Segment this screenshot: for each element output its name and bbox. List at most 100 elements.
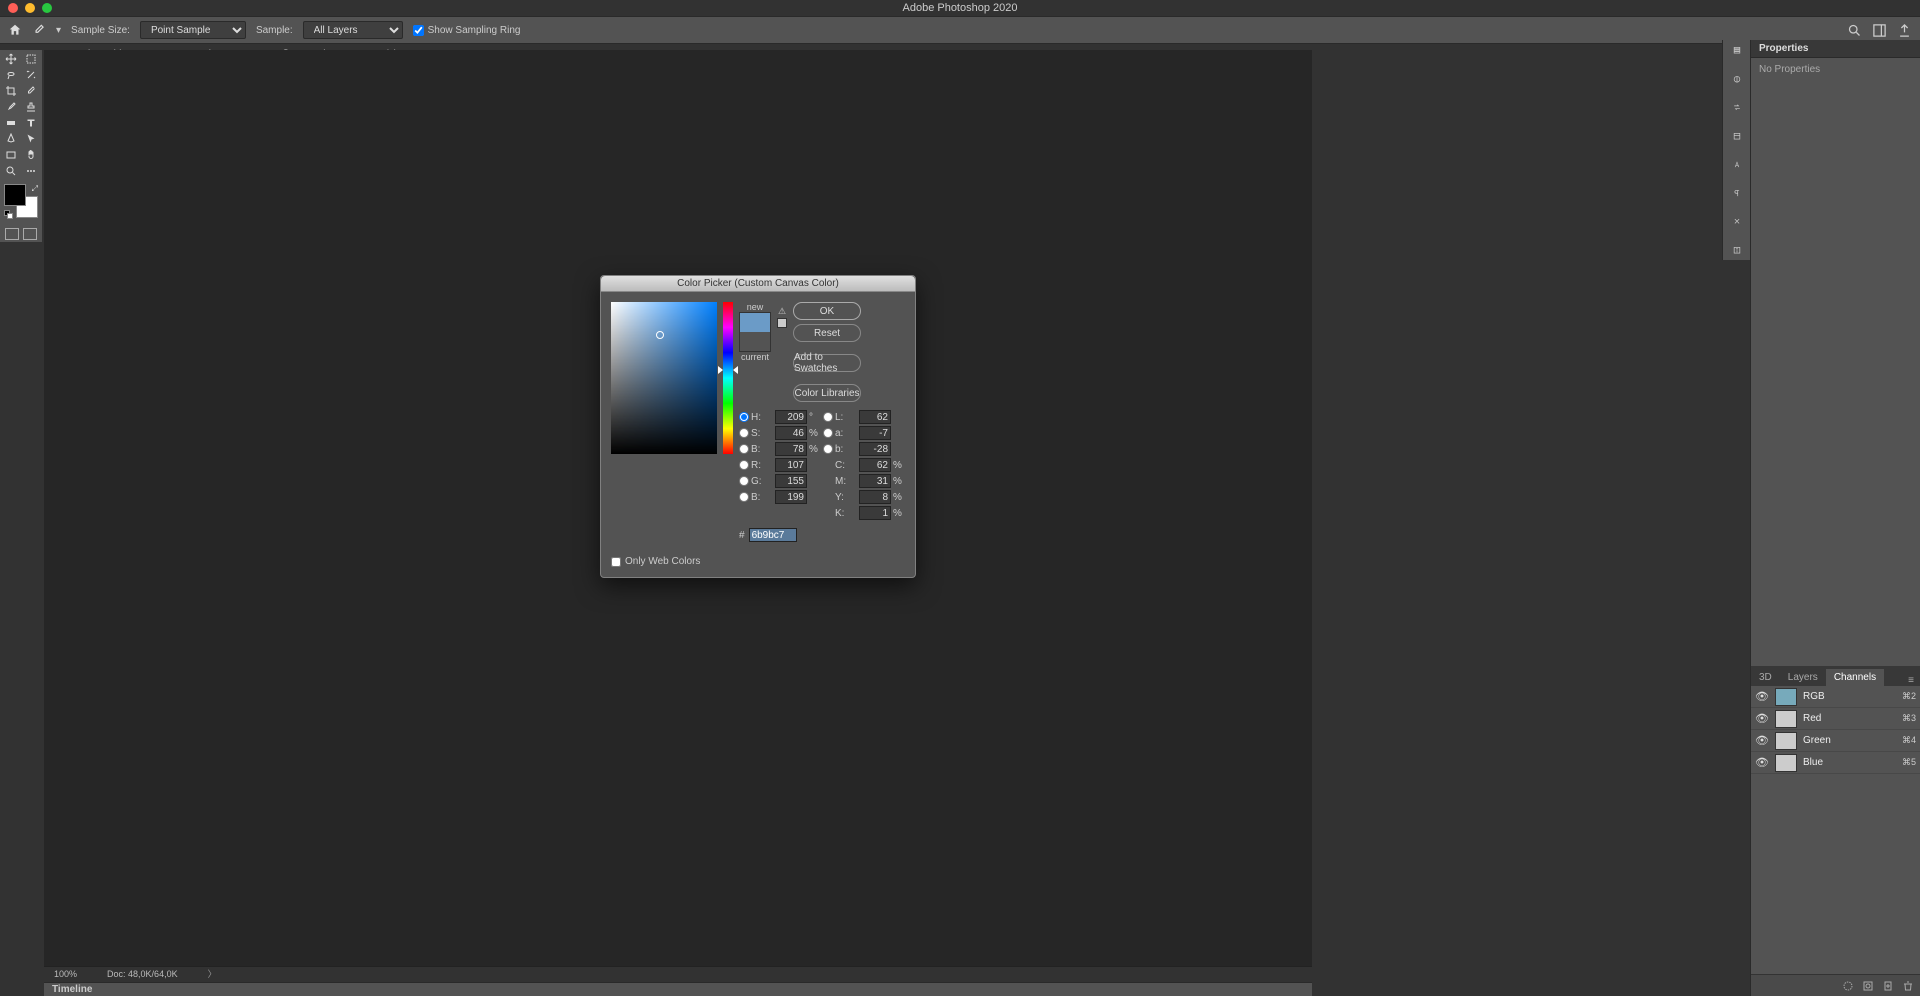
radio-h[interactable] (739, 412, 749, 422)
input-y[interactable] (859, 490, 891, 504)
color-picker-dialog: Color Picker (Custom Canvas Color) new c… (600, 275, 916, 578)
history-icon[interactable] (1729, 46, 1745, 55)
input-b[interactable] (859, 442, 891, 456)
hue-slider[interactable] (723, 302, 733, 454)
path-select-tool[interactable] (22, 132, 40, 146)
properties-header[interactable]: Properties (1751, 40, 1920, 58)
radio-bb[interactable] (739, 492, 749, 502)
channel-green[interactable]: 👁 Green ⌘4 (1751, 730, 1920, 752)
search-icon[interactable] (1847, 23, 1862, 38)
workspace-icon[interactable] (1872, 23, 1887, 38)
radio-a[interactable] (823, 428, 833, 438)
magic-wand-tool[interactable] (22, 68, 40, 82)
visibility-icon[interactable]: 👁 (1755, 712, 1769, 725)
hand-tool[interactable] (22, 148, 40, 162)
quick-mask-icon[interactable] (5, 228, 19, 240)
marquee-tool[interactable] (22, 52, 40, 66)
delete-channel-icon[interactable] (1902, 980, 1914, 992)
hex-input[interactable] (749, 528, 797, 542)
sample-size-select[interactable]: Point Sample (140, 21, 246, 39)
zoom-tool[interactable] (2, 164, 20, 178)
edit-toolbar-icon[interactable] (22, 164, 40, 178)
lasso-tool[interactable] (2, 68, 20, 82)
dialog-title[interactable]: Color Picker (Custom Canvas Color) (601, 276, 915, 292)
stamp-tool[interactable] (22, 100, 40, 114)
visibility-icon[interactable]: 👁 (1755, 756, 1769, 769)
collapsed-panel-dock (1722, 40, 1750, 260)
input-k[interactable] (859, 506, 891, 520)
input-a[interactable] (859, 426, 891, 440)
input-s[interactable] (775, 426, 807, 440)
paragraph-icon[interactable] (1729, 189, 1745, 198)
input-m[interactable] (859, 474, 891, 488)
color-libraries-button[interactable]: Color Libraries (793, 384, 861, 402)
share-icon[interactable] (1897, 23, 1912, 38)
only-web-colors-checkbox[interactable]: Only Web Colors (611, 556, 905, 567)
gamut-warning-icon[interactable]: ⚠ (777, 306, 787, 316)
default-colors-icon[interactable] (4, 210, 12, 218)
window-minimize-icon[interactable] (25, 3, 35, 13)
window-close-icon[interactable] (8, 3, 18, 13)
adjustments-icon[interactable] (1729, 75, 1745, 84)
save-selection-icon[interactable] (1862, 980, 1874, 992)
move-tool[interactable] (2, 52, 20, 66)
eyedropper-icon[interactable] (32, 23, 46, 37)
radio-g[interactable] (739, 476, 749, 486)
radio-r[interactable] (739, 460, 749, 470)
channel-red[interactable]: 👁 Red ⌘3 (1751, 708, 1920, 730)
timeline-panel[interactable]: Timeline (44, 982, 1312, 996)
input-l[interactable] (859, 410, 891, 424)
input-bh[interactable] (775, 442, 807, 456)
input-r[interactable] (775, 458, 807, 472)
swap-colors-icon[interactable]: ⤢ (32, 184, 38, 194)
color-swatches[interactable]: ⤢ (4, 184, 38, 218)
doc-size[interactable]: Doc: 48,0K/64,0K (107, 969, 178, 979)
new-channel-icon[interactable] (1882, 980, 1894, 992)
options-bar: ▾ Sample Size: Point Sample Sample: All … (0, 16, 1920, 44)
sample-select[interactable]: All Layers (303, 21, 403, 39)
reset-button[interactable]: Reset (793, 324, 861, 342)
input-h[interactable] (775, 410, 807, 424)
channel-rgb[interactable]: 👁 RGB ⌘2 (1751, 686, 1920, 708)
brush-tool[interactable] (2, 100, 20, 114)
crop-tool[interactable] (2, 84, 20, 98)
radio-l[interactable] (823, 412, 833, 422)
input-c[interactable] (859, 458, 891, 472)
input-bb[interactable] (775, 490, 807, 504)
tab-channels[interactable]: Channels (1826, 669, 1884, 686)
panel-menu-icon[interactable]: ≡ (1902, 675, 1920, 686)
home-icon[interactable] (8, 23, 22, 37)
zoom-level[interactable]: 100% (54, 969, 77, 979)
show-sampling-ring-checkbox[interactable]: Show Sampling Ring (413, 25, 521, 36)
swap-icon[interactable] (1729, 103, 1745, 112)
screen-mode-icon[interactable] (23, 228, 37, 240)
radio-b[interactable] (823, 444, 833, 454)
add-swatches-button[interactable]: Add to Swatches (793, 354, 861, 372)
eyedropper-tool[interactable] (22, 84, 40, 98)
radio-bh[interactable] (739, 444, 749, 454)
rectangle-tool[interactable] (2, 148, 20, 162)
tools-panel: ⤢ (0, 50, 42, 242)
visibility-icon[interactable]: 👁 (1755, 734, 1769, 747)
type-tool[interactable] (22, 116, 40, 130)
visibility-icon[interactable]: 👁 (1755, 690, 1769, 703)
load-selection-icon[interactable] (1842, 980, 1854, 992)
gradient-tool[interactable] (2, 116, 20, 130)
tab-layers[interactable]: Layers (1780, 669, 1826, 686)
ok-button[interactable]: OK (793, 302, 861, 320)
actions-icon[interactable] (1729, 217, 1745, 226)
websafe-warning-icon[interactable] (777, 318, 787, 328)
foreground-color[interactable] (4, 184, 26, 206)
tab-3d[interactable]: 3D (1751, 669, 1780, 686)
character-icon[interactable] (1729, 160, 1745, 169)
window-zoom-icon[interactable] (42, 3, 52, 13)
channel-blue[interactable]: 👁 Blue ⌘5 (1751, 752, 1920, 774)
pen-tool[interactable] (2, 132, 20, 146)
info-icon[interactable] (1729, 246, 1745, 255)
tool-preset-chevron-icon[interactable]: ▾ (56, 25, 61, 36)
saturation-value-field[interactable] (611, 302, 717, 454)
radio-s[interactable] (739, 428, 749, 438)
status-arrow-icon[interactable]: 〉 (208, 967, 217, 980)
libraries-icon[interactable] (1729, 132, 1745, 141)
input-g[interactable] (775, 474, 807, 488)
